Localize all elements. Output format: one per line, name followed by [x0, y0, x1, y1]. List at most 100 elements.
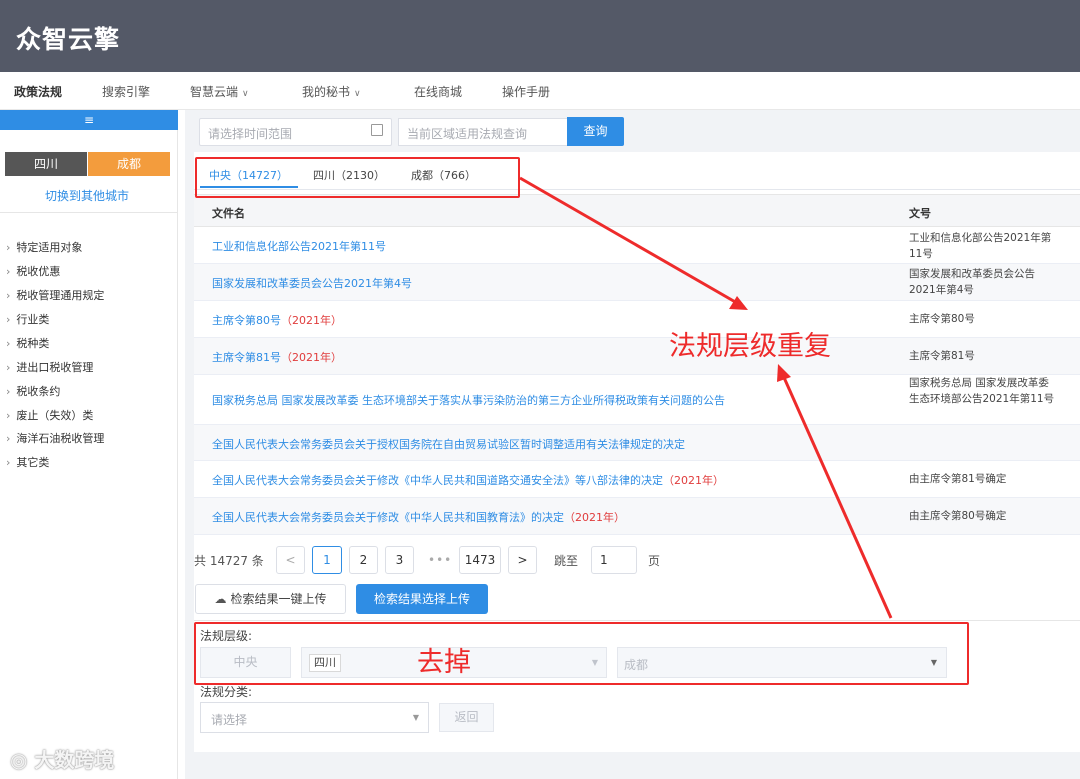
row-title-link[interactable]: 全国人民代表大会常务委员会关于修改《中华人民共和国道路交通安全法》等八部法律的决…: [212, 472, 724, 488]
sidebar-category[interactable]: › 海洋石油税收管理: [6, 430, 104, 446]
row-title: 主席令第81号: [212, 351, 281, 364]
table-header: [194, 194, 1080, 227]
nav-item-smart-cloud-label: 智慧云端: [190, 85, 239, 99]
upload-all-label: 检索结果一键上传: [230, 592, 327, 606]
table-row: 国家发展和改革委员会公告2021年第4号 国家发展和改革委员会公告2021年第4…: [194, 264, 1080, 301]
calendar-icon: [371, 124, 383, 136]
menu-icon: ≡: [83, 113, 95, 127]
category-select[interactable]: 请选择 ▼: [200, 702, 429, 733]
category-select-placeholder: 请选择: [211, 713, 248, 727]
chevron-right-icon: ›: [6, 432, 11, 445]
row-title: 全国人民代表大会常务委员会关于修改《中华人民共和国道路交通安全法》等八部法律的决…: [212, 474, 663, 487]
annotation-remove-label: 去掉: [417, 647, 471, 678]
sidebar-category-label: 税收条约: [16, 385, 61, 398]
table-row: 全国人民代表大会常务委员会关于修改《中华人民共和国教育法》的决定（2021年） …: [194, 498, 1080, 535]
nav-item-mall[interactable]: 在线商城: [414, 83, 462, 100]
chevron-down-icon: ∨: [354, 89, 361, 99]
nav-item-secretary[interactable]: 我的秘书 ∨: [302, 83, 361, 100]
top-header: 众智云擎: [0, 0, 1080, 72]
row-year: （2021年）: [281, 351, 342, 364]
sidebar-category-label: 行业类: [16, 313, 50, 326]
date-range-input[interactable]: 请选择时间范围: [199, 118, 392, 146]
sidebar-category-label: 税收优惠: [16, 265, 61, 278]
row-title-link[interactable]: 国家税务总局 国家发展改革委 生态环境部关于落实从事污染防治的第三方企业所得税政…: [212, 392, 725, 408]
sidebar: ≡ 四川 成都 切换到其他城市 › 特定适用对象 › 税收优惠 › 税收管理通用规定 …: [0, 110, 178, 779]
sidebar-category[interactable]: › 废止（失效）类: [6, 407, 93, 423]
nav-item-secretary-label: 我的秘书: [302, 85, 351, 99]
sidebar-category[interactable]: › 特定适用对象: [6, 239, 82, 255]
chevron-right-icon: ›: [6, 385, 11, 398]
row-title-link[interactable]: 主席令第81号（2021年）: [212, 349, 342, 365]
row-title-link[interactable]: 工业和信息化部公告2021年第11号: [212, 238, 386, 254]
switch-city-link[interactable]: 切换到其他城市: [0, 187, 174, 204]
sidebar-category-label: 税种类: [16, 337, 50, 350]
row-title-link[interactable]: 主席令第80号（2021年）: [212, 312, 342, 328]
nav-item-policy[interactable]: 政策法规: [14, 83, 62, 100]
app-logo[interactable]: 众智云擎: [16, 20, 120, 56]
page-ellipsis[interactable]: •••: [428, 553, 452, 567]
row-title-link[interactable]: 国家发展和改革委员会公告2021年第4号: [212, 275, 412, 291]
upload-all-button[interactable]: ☁ 检索结果一键上传: [195, 584, 346, 614]
page-button-2[interactable]: 2: [349, 546, 378, 574]
chevron-right-icon: ›: [6, 241, 11, 254]
row-title-link[interactable]: 全国人民代表大会常务委员会关于修改《中华人民共和国教育法》的决定（2021年）: [212, 509, 625, 525]
chevron-right-icon: ›: [6, 337, 11, 350]
sidebar-category-label: 海洋石油税收管理: [16, 432, 105, 445]
table-row: 国家税务总局 国家发展改革委 生态环境部关于落实从事污染防治的第三方企业所得税政…: [194, 375, 1080, 425]
column-header-name: 文件名: [212, 207, 245, 220]
prev-page-button[interactable]: <: [276, 546, 305, 574]
annotation-duplicate-label: 法规层级重复: [669, 331, 831, 362]
page-button-last[interactable]: 1473: [459, 546, 501, 574]
query-button[interactable]: 查询: [567, 117, 624, 146]
row-title: 国家发展和改革委员会公告2021年第4号: [212, 277, 412, 290]
nav-item-search-engine[interactable]: 搜索引擎: [102, 83, 150, 100]
sidebar-category-label: 进出口税收管理: [16, 361, 94, 374]
row-year: （2021年）: [281, 314, 342, 327]
row-title: 全国人民代表大会常务委员会关于授权国务院在自由贸易试验区暂时调整适用有关法律规定…: [212, 438, 685, 451]
nav-item-manual[interactable]: 操作手册: [502, 83, 550, 100]
table-row: 主席令第80号（2021年） 主席令第80号: [194, 301, 1080, 338]
sidebar-category[interactable]: › 税收管理通用规定: [6, 287, 104, 303]
province-button[interactable]: 四川: [5, 152, 87, 176]
row-title: 主席令第80号: [212, 314, 281, 327]
chevron-down-icon: ∨: [242, 89, 249, 99]
nav-item-smart-cloud[interactable]: 智慧云端 ∨: [190, 83, 249, 100]
row-year: （2021年）: [564, 511, 625, 524]
page-button-1[interactable]: 1: [312, 546, 342, 574]
sidebar-toggle[interactable]: ≡: [0, 110, 178, 130]
page-button-3[interactable]: 3: [385, 546, 414, 574]
jump-label: 跳至: [554, 554, 579, 568]
row-doc-no: 国家税务总局 国家发展改革委 生态环境部公告2021年第11号: [909, 377, 1055, 405]
chevron-right-icon: ›: [6, 265, 11, 278]
row-title-link[interactable]: 全国人民代表大会常务委员会关于授权国务院在自由贸易试验区暂时调整适用有关法律规定…: [212, 436, 685, 452]
sidebar-category[interactable]: › 税收条约: [6, 383, 60, 399]
row-doc-no: 由主席令第81号确定: [909, 473, 1007, 485]
table-row: 主席令第81号（2021年） 主席令第81号: [194, 338, 1080, 375]
sidebar-divider: [0, 212, 178, 213]
sidebar-category[interactable]: › 其它类: [6, 454, 49, 470]
back-button[interactable]: 返回: [439, 703, 494, 732]
row-title: 全国人民代表大会常务委员会关于修改《中华人民共和国教育法》的决定: [212, 511, 564, 524]
city-button[interactable]: 成都: [88, 152, 170, 176]
jump-page-input[interactable]: 1: [591, 546, 637, 574]
upload-selected-button[interactable]: 检索结果选择上传: [356, 584, 488, 614]
total-count: 共 14727 条: [194, 554, 264, 568]
table-row: 全国人民代表大会常务委员会关于修改《中华人民共和国道路交通安全法》等八部法律的决…: [194, 461, 1080, 498]
column-header-doc-no: 文号: [909, 207, 931, 220]
row-doc-no: 工业和信息化部公告2021年第11号: [909, 232, 1052, 260]
next-page-button[interactable]: >: [508, 546, 537, 574]
cloud-upload-icon: ☁: [214, 592, 227, 606]
row-doc-no: 国家发展和改革委员会公告2021年第4号: [909, 268, 1035, 296]
sidebar-category-label: 废止（失效）类: [16, 409, 94, 422]
chevron-right-icon: ›: [6, 289, 11, 302]
sidebar-category[interactable]: › 进出口税收管理: [6, 359, 93, 375]
sidebar-category[interactable]: › 税种类: [6, 335, 49, 351]
watermark-text: 大数跨境: [34, 748, 115, 772]
regulation-search-input[interactable]: 当前区域适用法规查询: [398, 118, 568, 146]
table-row: 全国人民代表大会常务委员会关于授权国务院在自由贸易试验区暂时调整适用有关法律规定…: [194, 425, 1080, 461]
watermark-logo-icon: ◎: [10, 748, 35, 772]
sidebar-category[interactable]: › 税收优惠: [6, 263, 60, 279]
filter-divider: [194, 620, 1080, 621]
sidebar-category-label: 其它类: [16, 456, 50, 469]
sidebar-category[interactable]: › 行业类: [6, 311, 49, 327]
